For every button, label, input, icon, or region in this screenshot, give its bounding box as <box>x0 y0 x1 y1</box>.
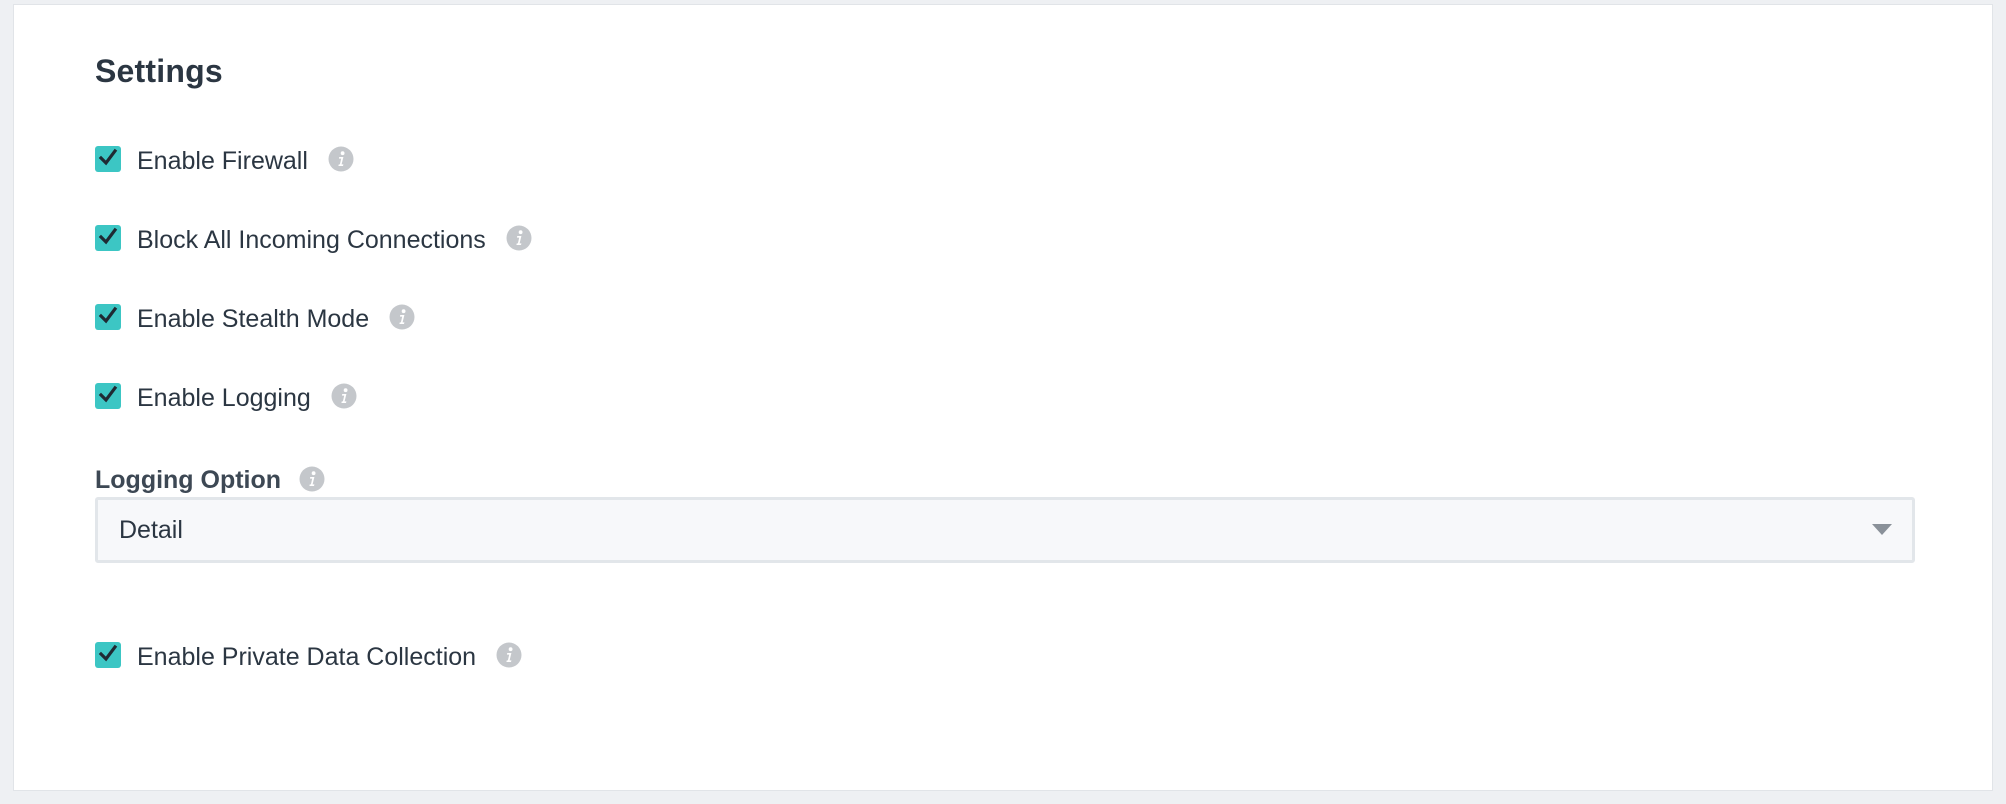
settings-panel: Settings Enable Firewall Block All Incom… <box>13 4 1993 791</box>
info-icon[interactable] <box>331 383 357 409</box>
logging-option-select[interactable]: Detail <box>95 497 1915 563</box>
setting-private-data: Enable Private Data Collection <box>95 637 522 677</box>
info-icon[interactable] <box>506 225 532 251</box>
checkmark-icon <box>98 227 118 245</box>
info-icon[interactable] <box>299 466 325 492</box>
enable-firewall-label[interactable]: Enable Firewall <box>137 141 308 181</box>
checkmark-icon <box>98 385 118 403</box>
block-incoming-checkbox[interactable] <box>95 225 121 251</box>
stealth-mode-label[interactable]: Enable Stealth Mode <box>137 299 369 339</box>
enable-firewall-checkbox[interactable] <box>95 146 121 172</box>
setting-enable-firewall: Enable Firewall <box>95 141 354 181</box>
info-icon[interactable] <box>389 304 415 330</box>
private-data-checkbox[interactable] <box>95 642 121 668</box>
enable-logging-checkbox[interactable] <box>95 383 121 409</box>
logging-option-label-row: Logging Option <box>95 460 325 500</box>
checkmark-icon <box>98 644 118 662</box>
setting-enable-logging: Enable Logging <box>95 378 357 418</box>
setting-block-incoming: Block All Incoming Connections <box>95 220 532 260</box>
setting-stealth-mode: Enable Stealth Mode <box>95 299 415 339</box>
private-data-label[interactable]: Enable Private Data Collection <box>137 637 476 677</box>
enable-logging-label[interactable]: Enable Logging <box>137 378 311 418</box>
stealth-mode-checkbox[interactable] <box>95 304 121 330</box>
logging-option-label: Logging Option <box>95 465 282 494</box>
checkmark-icon <box>98 306 118 324</box>
info-icon[interactable] <box>496 642 522 668</box>
checkmark-icon <box>98 148 118 166</box>
logging-option-value: Detail <box>119 516 183 544</box>
block-incoming-label[interactable]: Block All Incoming Connections <box>137 220 486 260</box>
caret-down-icon <box>1872 524 1892 535</box>
info-icon[interactable] <box>328 146 354 172</box>
page-title: Settings <box>95 53 223 89</box>
